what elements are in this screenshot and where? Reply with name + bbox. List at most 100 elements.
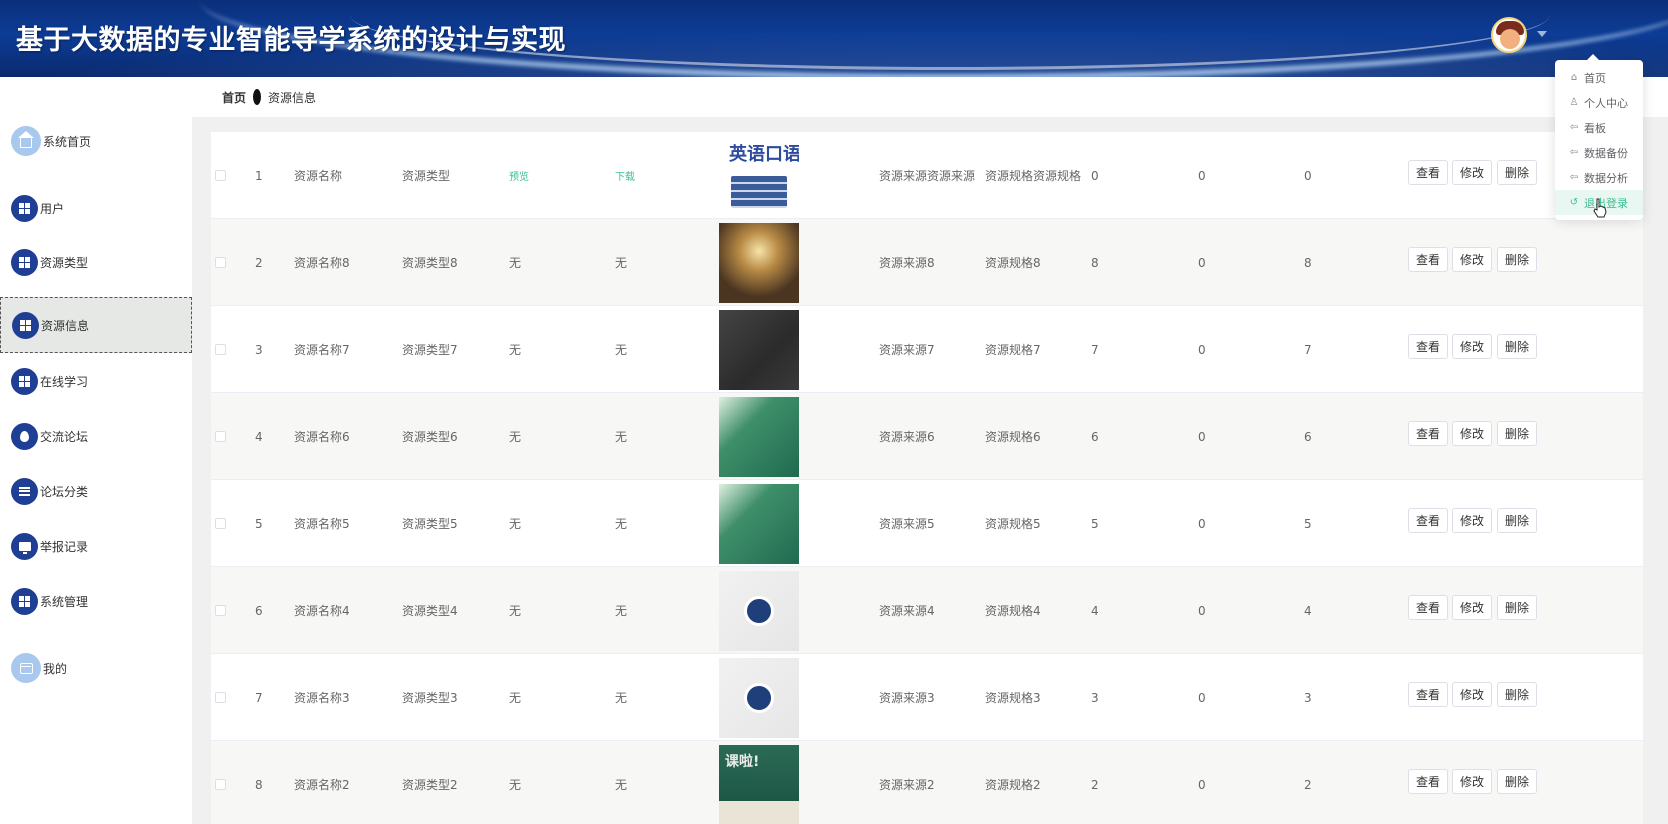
sidebar-item-label: 交流论坛 bbox=[40, 429, 89, 444]
dropdown-item-dashboard[interactable]: ⇦ 看板 bbox=[1555, 115, 1643, 140]
hand-cursor-icon bbox=[1593, 198, 1607, 218]
edit-button[interactable]: 修改 bbox=[1452, 682, 1493, 707]
row-checkbox[interactable] bbox=[215, 431, 226, 442]
resource-type: 资源类型7 bbox=[402, 343, 458, 357]
sidebar-item-home[interactable]: 系统首页 bbox=[0, 114, 192, 168]
edit-button[interactable]: 修改 bbox=[1452, 421, 1493, 446]
edit-button[interactable]: 修改 bbox=[1452, 508, 1493, 533]
download-link[interactable]: 下载 bbox=[615, 132, 635, 219]
dropdown-item-home[interactable]: ⌂ 首页 bbox=[1555, 65, 1643, 90]
resource-name: 资源名称3 bbox=[294, 691, 350, 705]
count-cell: 5 bbox=[1304, 516, 1312, 531]
delete-button[interactable]: 删除 bbox=[1497, 421, 1538, 446]
sidebar-item-resource-type[interactable]: 资源类型 bbox=[0, 235, 192, 289]
view-button[interactable]: 查看 bbox=[1408, 334, 1449, 359]
dropdown-item-backup[interactable]: ⇦ 数据备份 bbox=[1555, 140, 1643, 165]
edit-button[interactable]: 修改 bbox=[1452, 247, 1493, 272]
caret-down-icon[interactable] bbox=[1537, 31, 1547, 37]
view-button[interactable]: 查看 bbox=[1408, 421, 1449, 446]
resource-spec: 资源规格资源规格 bbox=[985, 169, 1082, 183]
edit-button[interactable]: 修改 bbox=[1452, 160, 1493, 185]
sidebar-item-forum-category[interactable]: 论坛分类 bbox=[0, 464, 192, 518]
dropdown-item-label: 看板 bbox=[1584, 121, 1606, 135]
resource-spec: 资源规格5 bbox=[985, 517, 1041, 531]
resource-name: 资源名称7 bbox=[294, 343, 350, 357]
count-cell: 5 bbox=[1091, 516, 1099, 531]
delete-button[interactable]: 删除 bbox=[1497, 508, 1538, 533]
table-row: 8 资源名称2 资源类型2 无 无 课啦! 资源来源2 资源规格2 2 0 2 … bbox=[211, 741, 1643, 824]
download-value: 无 bbox=[615, 604, 628, 618]
count-cell: 6 bbox=[1091, 429, 1099, 444]
view-button[interactable]: 查看 bbox=[1408, 595, 1449, 620]
back-arrow-icon: ⇦ bbox=[1569, 172, 1579, 183]
row-checkbox[interactable] bbox=[215, 518, 226, 529]
sidebar-item-resource-info[interactable]: 资源信息 bbox=[0, 297, 192, 353]
download-value: 无 bbox=[615, 256, 628, 270]
preview-value: 无 bbox=[509, 517, 522, 531]
view-button[interactable]: 查看 bbox=[1408, 160, 1449, 185]
sidebar-item-mine[interactable]: 我的 bbox=[0, 641, 192, 695]
resource-spec: 资源规格6 bbox=[985, 430, 1041, 444]
user-dropdown-menu: ⌂ 首页 ♙ 个人中心 ⇦ 看板 ⇦ 数据备份 ⇦ 数据分析 ↺ 退出登录 bbox=[1555, 54, 1643, 220]
count-cell: 8 bbox=[1304, 255, 1312, 270]
resource-thumbnail: 课啦! bbox=[719, 744, 799, 824]
delete-button[interactable]: 删除 bbox=[1497, 334, 1538, 359]
avatar[interactable] bbox=[1491, 17, 1527, 53]
download-value: 无 bbox=[615, 343, 628, 357]
edit-button[interactable]: 修改 bbox=[1452, 769, 1493, 794]
download-value: 无 bbox=[615, 430, 628, 444]
preview-link[interactable]: 预览 bbox=[509, 132, 529, 219]
resource-thumbnail bbox=[719, 483, 799, 564]
sidebar-item-system[interactable]: 系统管理 bbox=[0, 574, 192, 628]
dropdown-item-analysis[interactable]: ⇦ 数据分析 bbox=[1555, 165, 1643, 190]
row-checkbox[interactable] bbox=[215, 692, 226, 703]
delete-button[interactable]: 删除 bbox=[1497, 682, 1538, 707]
view-button[interactable]: 查看 bbox=[1408, 682, 1449, 707]
view-button[interactable]: 查看 bbox=[1408, 247, 1449, 272]
resource-table: 1 资源名称 资源类型 预览 下载 英语口语 资源来源资源来源 资源规格资源规格… bbox=[211, 132, 1643, 824]
row-checkbox[interactable] bbox=[215, 170, 226, 181]
view-button[interactable]: 查看 bbox=[1408, 508, 1449, 533]
header-banner: 基于大数据的专业智能导学系统的设计与实现 bbox=[0, 0, 1668, 77]
avatar-face bbox=[1500, 29, 1520, 49]
count-cell: 0 bbox=[1198, 168, 1206, 183]
breadcrumb-home[interactable]: 首页 bbox=[222, 89, 246, 106]
sidebar-item-forum[interactable]: 交流论坛 bbox=[0, 409, 192, 463]
row-checkbox[interactable] bbox=[215, 779, 226, 790]
sidebar-item-online-learning[interactable]: 在线学习 bbox=[0, 354, 192, 408]
delete-button[interactable]: 删除 bbox=[1497, 160, 1538, 185]
count-cell: 4 bbox=[1304, 603, 1312, 618]
edit-button[interactable]: 修改 bbox=[1452, 334, 1493, 359]
resource-spec: 资源规格2 bbox=[985, 778, 1041, 792]
preview-value: 无 bbox=[509, 256, 522, 270]
sidebar-item-users[interactable]: 用户 bbox=[0, 181, 192, 235]
grid-icon bbox=[12, 311, 39, 339]
row-checkbox[interactable] bbox=[215, 605, 226, 616]
clock-graphic bbox=[744, 682, 774, 713]
row-index: 1 bbox=[255, 168, 263, 183]
dropdown-item-profile[interactable]: ♙ 个人中心 bbox=[1555, 90, 1643, 115]
home-icon bbox=[11, 126, 41, 156]
resource-thumbnail bbox=[719, 396, 799, 477]
resource-type: 资源类型4 bbox=[402, 604, 458, 618]
resource-source: 资源来源2 bbox=[879, 778, 935, 792]
resource-source: 资源来源6 bbox=[879, 430, 935, 444]
table-row: 4 资源名称6 资源类型6 无 无 资源来源6 资源规格6 6 0 6 查看 修… bbox=[211, 393, 1643, 480]
thumbnail-caption: 英语口语 bbox=[729, 143, 799, 165]
edit-button[interactable]: 修改 bbox=[1452, 595, 1493, 620]
count-cell: 3 bbox=[1091, 690, 1099, 705]
count-cell: 6 bbox=[1304, 429, 1312, 444]
delete-button[interactable]: 删除 bbox=[1497, 595, 1538, 620]
sidebar-item-reports[interactable]: 举报记录 bbox=[0, 519, 192, 573]
table-row: 6 资源名称4 资源类型4 无 无 资源来源4 资源规格4 4 0 4 查看 修… bbox=[211, 567, 1643, 654]
count-cell: 0 bbox=[1198, 342, 1206, 357]
row-checkbox[interactable] bbox=[215, 257, 226, 268]
view-button[interactable]: 查看 bbox=[1408, 769, 1449, 794]
delete-button[interactable]: 删除 bbox=[1497, 769, 1538, 794]
pin-icon bbox=[11, 422, 38, 450]
sidebar-item-label: 系统首页 bbox=[43, 134, 92, 149]
delete-button[interactable]: 删除 bbox=[1497, 247, 1538, 272]
row-checkbox[interactable] bbox=[215, 344, 226, 355]
user-outline-icon: ♙ bbox=[1569, 97, 1579, 108]
breadcrumb-current: 资源信息 bbox=[268, 90, 317, 105]
